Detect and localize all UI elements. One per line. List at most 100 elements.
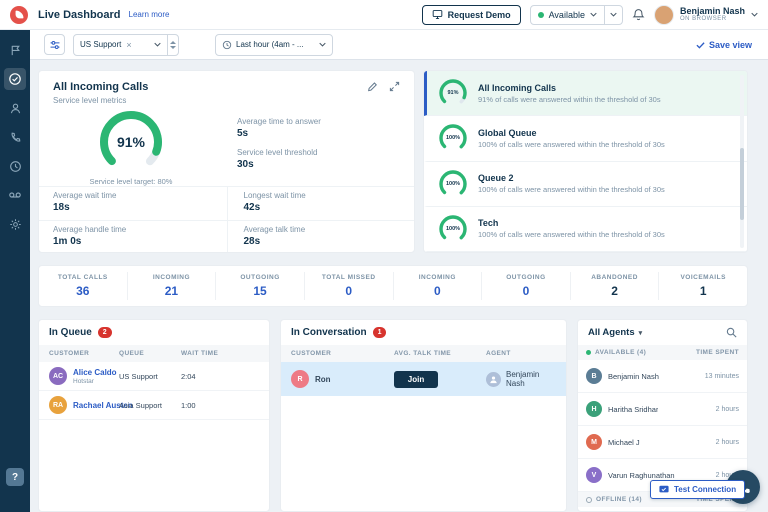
avatar: V — [586, 467, 602, 483]
available-section-header[interactable]: AVAILABLE (4) TIME SPENT — [578, 345, 747, 360]
sidebar-item-settings[interactable] — [4, 213, 26, 235]
sidebar-item-live-dashboard[interactable] — [4, 68, 26, 90]
metric-value: 18s — [53, 202, 213, 213]
sidebar-item-reports[interactable] — [4, 155, 26, 177]
filter-icon[interactable] — [44, 34, 65, 55]
queue-list-item[interactable]: 91% All Incoming Calls 91% of calls were… — [424, 71, 747, 116]
queue-list-item[interactable]: 100% Global Queue 100% of calls were ans… — [424, 116, 747, 161]
card-title: All Incoming Calls — [53, 81, 148, 93]
expand-icon[interactable] — [389, 81, 400, 92]
time-filter-label: Last hour (4am - ... — [236, 40, 304, 49]
sidebar-item-flag[interactable] — [4, 39, 26, 61]
chevron-down-icon — [751, 12, 758, 17]
edit-icon[interactable] — [367, 81, 378, 92]
avatar: R — [291, 370, 309, 388]
queue-gauge: 100% — [438, 214, 468, 244]
stat-missed-outgoing: OUTGOING0 — [481, 272, 570, 300]
stat-outgoing: OUTGOING15 — [215, 272, 304, 300]
card-title: In Queue — [49, 327, 92, 338]
avatar: B — [586, 368, 602, 384]
queue-name: Global Queue — [478, 128, 665, 138]
sidebar: ? — [0, 30, 30, 512]
join-button[interactable]: Join — [394, 371, 438, 388]
stat-incoming: INCOMING21 — [127, 272, 216, 300]
freshcaller-logo[interactable] — [10, 6, 28, 24]
customer-name-link[interactable]: Alice Caldo — [73, 368, 117, 377]
notifications-bell-icon[interactable] — [632, 8, 645, 21]
filter-stepper[interactable] — [167, 35, 178, 55]
help-icon[interactable]: ? — [6, 468, 24, 486]
user-name: Benjamin Nash — [680, 6, 745, 16]
metric-label: Average handle time — [53, 225, 213, 234]
queue-list-item[interactable]: 100% Queue 2 100% of calls were answered… — [424, 162, 747, 207]
avatar: RA — [49, 396, 67, 414]
chevron-down-icon — [590, 12, 597, 17]
time-filter-select[interactable]: Last hour (4am - ... — [215, 34, 333, 56]
sidebar-item-calls[interactable] — [4, 126, 26, 148]
customer-name-link[interactable]: Ron — [315, 375, 331, 384]
queue-list-item[interactable]: 100% Tech 100% of calls were answered wi… — [424, 207, 747, 252]
demo-screen-icon — [432, 9, 443, 20]
chevron-down-icon — [610, 12, 617, 17]
user-menu[interactable]: Benjamin Nash ON BROWSER — [654, 5, 758, 25]
remove-tag-icon[interactable]: × — [126, 40, 131, 50]
metric-label: Service level threshold — [237, 148, 321, 157]
search-icon[interactable] — [726, 327, 737, 338]
avatar: M — [586, 434, 602, 450]
queue-filter-select[interactable]: US Support × — [73, 34, 179, 56]
agent-row[interactable]: HHaritha Sridhar 2 hours — [578, 393, 747, 426]
main-content: All Incoming Calls Service level metrics — [30, 60, 768, 512]
call-stats-bar: TOTAL CALLS36 INCOMING21 OUTGOING15 TOTA… — [38, 265, 748, 307]
queue-gauge: 100% — [438, 123, 468, 153]
table-header: CUSTOMERQUEUEWAIT TIME — [39, 345, 269, 362]
agent-row[interactable]: BBenjamin Nash 13 minutes — [578, 360, 747, 393]
scrollbar-thumb[interactable] — [740, 148, 744, 221]
agent-name: Benjamin Nash — [506, 370, 556, 388]
queue-name: Queue 2 — [478, 173, 665, 183]
availability-dropdown[interactable]: Available — [530, 5, 623, 25]
metric-value: 28s — [244, 236, 401, 247]
availability-expand[interactable] — [604, 6, 622, 24]
table-row[interactable]: RA Rachael Austen Asia Support 1:00 — [39, 391, 269, 420]
filter-bar: US Support × Last hour (4am - ... Save v… — [30, 30, 768, 60]
stat-abandoned: ABANDONED2 — [570, 272, 659, 300]
count-badge: 2 — [98, 327, 112, 338]
table-row[interactable]: AC Alice Caldo Hotstar US Support 2:04 — [39, 362, 269, 391]
user-avatar — [654, 5, 674, 25]
queue-desc: 100% of calls were answered within the t… — [478, 140, 665, 149]
agent-row[interactable]: MMichael J 2 hours — [578, 426, 747, 459]
learn-more-link[interactable]: Learn more — [129, 10, 170, 19]
metric-label: Average time to answer — [237, 117, 321, 126]
page-title: Live Dashboard — [38, 9, 121, 21]
table-header: CUSTOMERAVG. TALK TIMEAGENT — [281, 345, 566, 362]
in-conversation-card: In Conversation 1 CUSTOMERAVG. TALK TIME… — [280, 319, 567, 512]
request-demo-button[interactable]: Request Demo — [422, 5, 521, 25]
queue-gauge: 91% — [438, 78, 468, 108]
count-badge: 1 — [373, 327, 387, 338]
service-metrics-grid: Average wait time 18s Longest wait time … — [39, 186, 414, 252]
availability-label: Available — [549, 10, 585, 20]
agents-filter-dropdown[interactable]: All Agents▾ — [588, 327, 642, 338]
queue-name: Tech — [478, 218, 665, 228]
live-dashboard-screen: Live Dashboard Learn more Request Demo A… — [0, 0, 768, 512]
avatar: AC — [49, 367, 67, 385]
test-connection-button[interactable]: Test Connection — [650, 480, 745, 499]
offline-dot — [586, 497, 592, 503]
stat-total-calls: TOTAL CALLS36 — [39, 272, 127, 300]
save-view-button[interactable]: Save view — [696, 40, 752, 50]
scrollbar-track — [740, 75, 744, 248]
service-level-card: All Incoming Calls Service level metrics — [38, 70, 415, 253]
caret-down-icon: ▾ — [639, 329, 643, 337]
stat-voicemails: VOICEMAILS1 — [658, 272, 747, 300]
queues-list-card: 91% All Incoming Calls 91% of calls were… — [423, 70, 748, 253]
metric-label: Average wait time — [53, 191, 213, 200]
sidebar-item-voicemail[interactable] — [4, 184, 26, 206]
user-status: ON BROWSER — [680, 16, 745, 23]
sidebar-item-contacts[interactable] — [4, 97, 26, 119]
queue-gauge: 100% — [438, 169, 468, 199]
clock-icon — [222, 40, 232, 50]
table-row[interactable]: R Ron Join Benjamin Nash — [281, 362, 566, 396]
stat-total-missed: TOTAL MISSED0 — [304, 272, 393, 300]
customer-name-link[interactable]: Rachael Austen — [73, 401, 119, 410]
metric-value: 5s — [237, 128, 321, 139]
